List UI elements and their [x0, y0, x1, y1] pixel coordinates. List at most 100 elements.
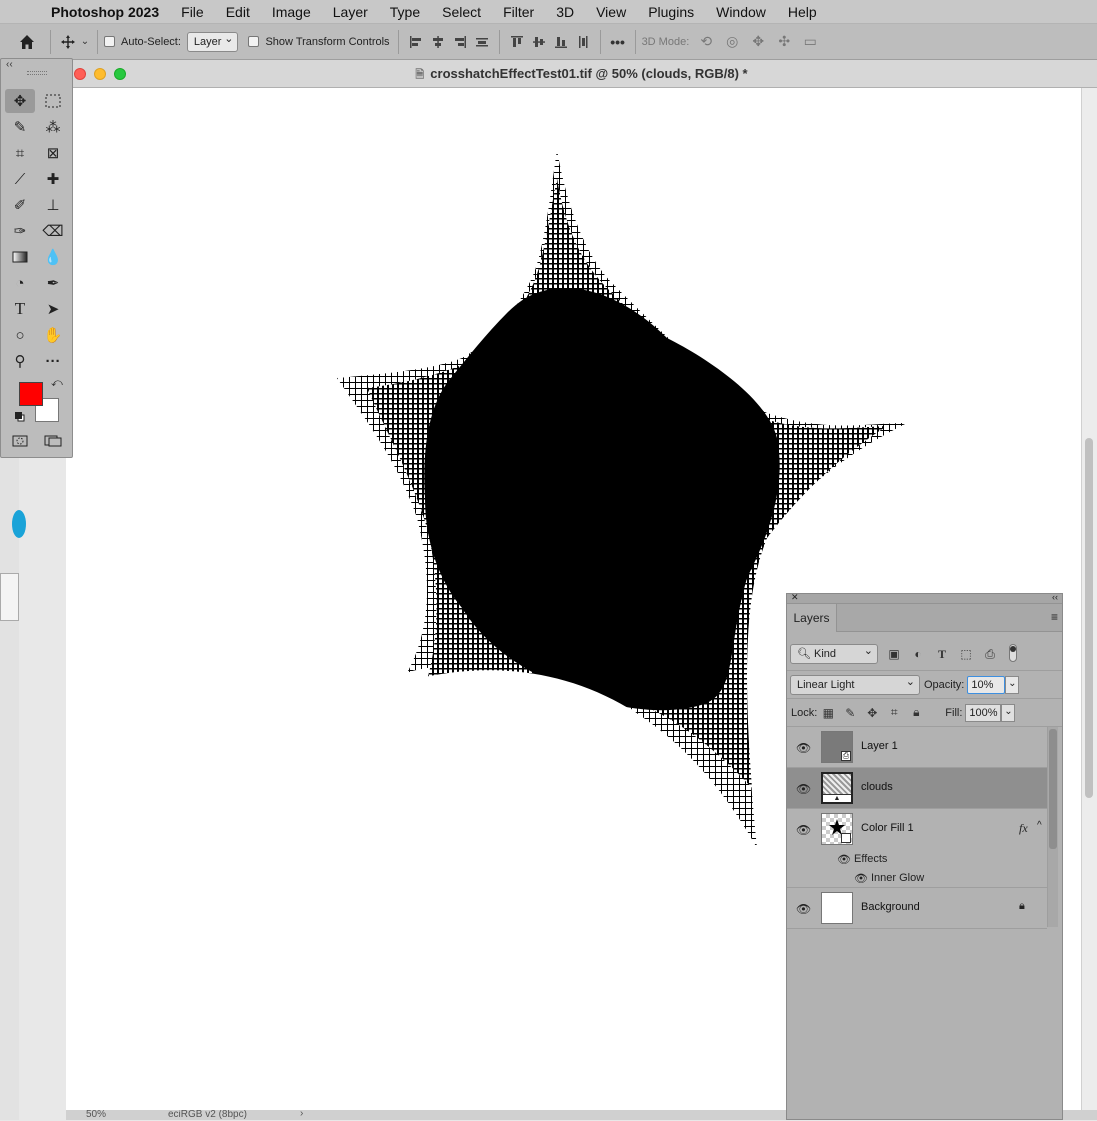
move-tool-button[interactable]: ✥ — [5, 89, 35, 113]
lock-image-pixels-icon[interactable]: ✎ — [839, 703, 861, 723]
dodge-tool-button[interactable]: ◔ — [5, 271, 35, 295]
menu-help[interactable]: Help — [777, 0, 828, 24]
vertical-scrollbar[interactable] — [1081, 88, 1097, 1110]
layers-scroll-thumb[interactable] — [1049, 729, 1057, 849]
collapse-panel-icon[interactable]: ‹‹ — [1052, 592, 1058, 602]
filter-smart-object-icon[interactable]: ⎙ — [978, 644, 1002, 664]
layer-name[interactable]: Layer 1 — [861, 740, 898, 752]
menu-app-name[interactable]: Photoshop 2023 — [40, 0, 170, 24]
layer-row-layer-1[interactable]: 👁︎ ⎙ Layer 1 — [787, 727, 1047, 768]
brush-tool-button[interactable]: ✐ — [5, 193, 35, 217]
close-window-button[interactable] — [74, 68, 86, 80]
inner-glow-row[interactable]: 👁︎ Inner Glow — [787, 869, 1047, 888]
panel-grip[interactable] — [27, 71, 47, 75]
auto-select-dropdown[interactable]: Layer — [186, 30, 239, 52]
zoom-window-button[interactable] — [114, 68, 126, 80]
screen-mode-button[interactable] — [38, 429, 68, 453]
3d-orbit-icon[interactable]: ⟲ — [695, 31, 717, 53]
hand-tool-button[interactable]: ✋ — [38, 323, 68, 347]
align-right-icon[interactable] — [449, 31, 471, 53]
auto-select-checkbox[interactable] — [104, 36, 115, 47]
close-panel-icon[interactable]: ✕ — [791, 592, 799, 603]
panel-menu-icon[interactable]: ≡ — [1051, 610, 1058, 624]
lock-artboard-icon[interactable]: ⌗ — [883, 703, 905, 723]
3d-slide-icon[interactable]: ✣ — [773, 31, 795, 53]
visibility-eye-icon[interactable]: 👁︎ — [796, 741, 811, 755]
show-transform-checkbox[interactable] — [248, 36, 260, 47]
tab-layers[interactable]: Layers — [787, 604, 837, 632]
foreground-color-swatch[interactable] — [19, 382, 43, 406]
layer-name[interactable]: Background — [861, 901, 920, 913]
align-middle-icon[interactable] — [528, 31, 550, 53]
magic-wand-tool-button[interactable]: ⁂ — [38, 115, 68, 139]
distribute-icon[interactable] — [471, 31, 493, 53]
minimize-window-button[interactable] — [94, 68, 106, 80]
3d-pan-icon[interactable]: ✥ — [747, 31, 769, 53]
lasso-tool-button[interactable]: ✎ — [5, 115, 35, 139]
effects-eye-icon[interactable]: 👁︎ — [837, 853, 851, 866]
ellipse-tool-button[interactable]: ○ — [5, 323, 35, 347]
visibility-eye-icon[interactable]: 👁︎ — [796, 823, 811, 837]
blend-mode-dropdown[interactable]: Linear Light — [790, 673, 920, 695]
more-options-icon[interactable]: ••• — [607, 31, 629, 53]
collapse-effects-icon[interactable]: ^ — [1037, 820, 1042, 831]
healing-brush-tool-button[interactable]: ✚ — [38, 167, 68, 191]
pen-tool-button[interactable]: ✒ — [38, 271, 68, 295]
marquee-tool-button[interactable] — [38, 89, 68, 113]
type-tool-button[interactable]: T — [5, 297, 35, 321]
filter-adjustment-icon[interactable]: ◐ — [906, 644, 930, 664]
menu-select[interactable]: Select — [431, 0, 492, 24]
align-center-icon[interactable] — [427, 31, 449, 53]
default-colors-icon[interactable] — [15, 411, 25, 422]
filter-kind-dropdown[interactable]: 🔍︎ Kind — [790, 642, 878, 664]
visibility-eye-icon[interactable]: 👁︎ — [796, 782, 811, 796]
filter-toggle-switch[interactable] — [1009, 644, 1017, 662]
crop-tool-button[interactable]: ⌗ — [5, 141, 35, 165]
move-tool-icon[interactable] — [57, 31, 79, 53]
menu-view[interactable]: View — [585, 0, 637, 24]
menu-edit[interactable]: Edit — [215, 0, 261, 24]
collapse-tools-icon[interactable]: ‹‹ — [6, 59, 13, 70]
tool-preset-chevron-icon[interactable]: ⌄ — [79, 31, 91, 53]
layer-name[interactable]: clouds — [861, 781, 893, 793]
vertical-scroll-thumb[interactable] — [1085, 438, 1093, 798]
menu-3d[interactable]: 3D — [545, 0, 585, 24]
blur-tool-button[interactable]: 💧 — [38, 245, 68, 269]
fill-input[interactable]: 100% — [965, 703, 1002, 722]
align-left-icon[interactable] — [405, 31, 427, 53]
menu-file[interactable]: File — [170, 0, 215, 24]
history-brush-tool-button[interactable]: ✑ — [5, 219, 35, 243]
opacity-input[interactable]: 10% — [967, 675, 1006, 694]
eraser-tool-button[interactable]: ⌫ — [38, 219, 68, 243]
lock-position-icon[interactable]: ✥ — [861, 703, 883, 723]
home-icon[interactable] — [16, 31, 38, 53]
path-selection-tool-button[interactable]: ➤ — [38, 297, 68, 321]
fill-slider-toggle-icon[interactable]: ⌄ — [1001, 703, 1016, 722]
quick-mask-button[interactable] — [5, 429, 35, 453]
filter-type-icon[interactable]: T — [930, 644, 954, 664]
edit-toolbar-button[interactable]: ··· — [38, 349, 68, 373]
layer-row-background[interactable]: 👁︎ Background 🔒︎ — [787, 888, 1047, 929]
3d-roll-icon[interactable]: ◎ — [721, 31, 743, 53]
frame-tool-button[interactable]: ⊠ — [38, 141, 68, 165]
menu-filter[interactable]: Filter — [492, 0, 545, 24]
align-bottom-icon[interactable] — [550, 31, 572, 53]
menu-type[interactable]: Type — [379, 0, 431, 24]
align-top-icon[interactable] — [506, 31, 528, 53]
opacity-slider-toggle-icon[interactable]: ⌄ — [1005, 675, 1020, 694]
status-menu-arrow-icon[interactable]: › — [300, 1110, 303, 1119]
inner-glow-eye-icon[interactable]: 👁︎ — [854, 872, 868, 885]
visibility-eye-icon[interactable]: 👁︎ — [796, 902, 811, 916]
lock-all-icon[interactable]: 🔒︎ — [905, 703, 927, 723]
menu-layer[interactable]: Layer — [322, 0, 379, 24]
menu-image[interactable]: Image — [261, 0, 322, 24]
distribute-vertical-icon[interactable] — [572, 31, 594, 53]
gradient-tool-button[interactable] — [5, 245, 35, 269]
3d-camera-icon[interactable]: ▭ — [799, 31, 821, 53]
menu-plugins[interactable]: Plugins — [637, 0, 705, 24]
layer-name[interactable]: Color Fill 1 — [861, 822, 914, 834]
filter-pixel-icon[interactable]: ▣ — [882, 644, 906, 664]
eyedropper-tool-button[interactable]: ⟋ — [5, 167, 35, 191]
layer-row-clouds[interactable]: 👁︎ ▲ clouds — [787, 768, 1047, 809]
effects-row[interactable]: 👁︎ Effects — [787, 850, 1047, 869]
